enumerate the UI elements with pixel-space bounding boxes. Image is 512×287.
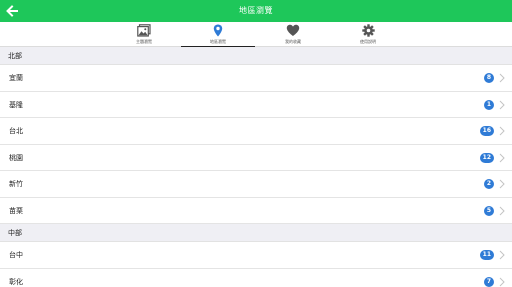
list-item[interactable]: 基隆 1 <box>0 91 512 118</box>
tab-bar: 主題瀏覽 地區瀏覽 我的收藏 使用說明 <box>0 22 512 47</box>
list-item[interactable]: 宜蘭 8 <box>0 65 512 92</box>
top-bar: 地區瀏覽 <box>0 0 512 22</box>
tab-instructions[interactable]: 使用說明 <box>331 22 405 47</box>
region-name: 新竹 <box>9 180 23 188</box>
app-root: 地區瀏覽 主題瀏覽 地區瀏覽 我的收藏 使用說明 北部 宜蘭 8 基隆 1 台北… <box>0 0 512 287</box>
region-name: 台北 <box>9 127 23 135</box>
tab-favorites[interactable]: 我的收藏 <box>256 22 330 47</box>
chevron-right-icon <box>499 153 505 162</box>
tab-label: 我的收藏 <box>285 39 301 44</box>
section-header-central: 中部 <box>0 224 512 242</box>
list-item[interactable]: 彰化 7 <box>0 268 512 287</box>
list-item[interactable]: 台中 11 <box>0 242 512 269</box>
region-name: 彰化 <box>9 277 23 286</box>
map-pin-icon <box>213 24 223 37</box>
list-item[interactable]: 桃園 12 <box>0 144 512 171</box>
list-item[interactable]: 台北 16 <box>0 118 512 145</box>
chevron-right-icon <box>499 100 505 109</box>
tab-region-browse[interactable]: 地區瀏覽 <box>181 22 255 47</box>
section-header-north: 北部 <box>0 47 512 65</box>
count-badge: 5 <box>483 205 494 216</box>
chevron-right-icon <box>499 126 505 136</box>
tab-label: 使用說明 <box>360 39 376 44</box>
region-list: 北部 宜蘭 8 基隆 1 台北 16 桃園 12 新竹 2 苗栗 5 中部 台中… <box>0 47 512 287</box>
region-name: 基隆 <box>9 100 23 109</box>
count-badge: 1 <box>483 99 494 110</box>
chevron-right-icon <box>499 179 505 189</box>
tab-label: 地區瀏覽 <box>210 39 226 44</box>
chevron-right-icon <box>499 206 505 215</box>
count-badge: 16 <box>479 126 494 136</box>
chevron-right-icon <box>499 73 505 83</box>
page-title: 地區瀏覽 <box>239 6 273 15</box>
list-item[interactable]: 新竹 2 <box>0 171 512 198</box>
count-badge: 8 <box>483 73 494 83</box>
region-name: 桃園 <box>9 153 23 162</box>
tab-theme-browse[interactable]: 主題瀏覽 <box>107 22 181 47</box>
count-badge: 2 <box>483 179 494 189</box>
region-name: 苗栗 <box>9 206 23 215</box>
region-name: 台中 <box>9 251 23 259</box>
count-badge: 11 <box>479 250 494 260</box>
gear-icon <box>361 24 375 37</box>
count-badge: 7 <box>483 276 494 287</box>
list-item[interactable]: 苗栗 5 <box>0 197 512 224</box>
chevron-right-icon <box>499 277 505 286</box>
image-icon <box>137 24 151 37</box>
heart-icon <box>286 24 300 36</box>
tab-label: 主題瀏覽 <box>136 39 152 44</box>
chevron-right-icon <box>499 250 505 260</box>
region-name: 宜蘭 <box>9 74 23 82</box>
count-badge: 12 <box>479 152 494 163</box>
